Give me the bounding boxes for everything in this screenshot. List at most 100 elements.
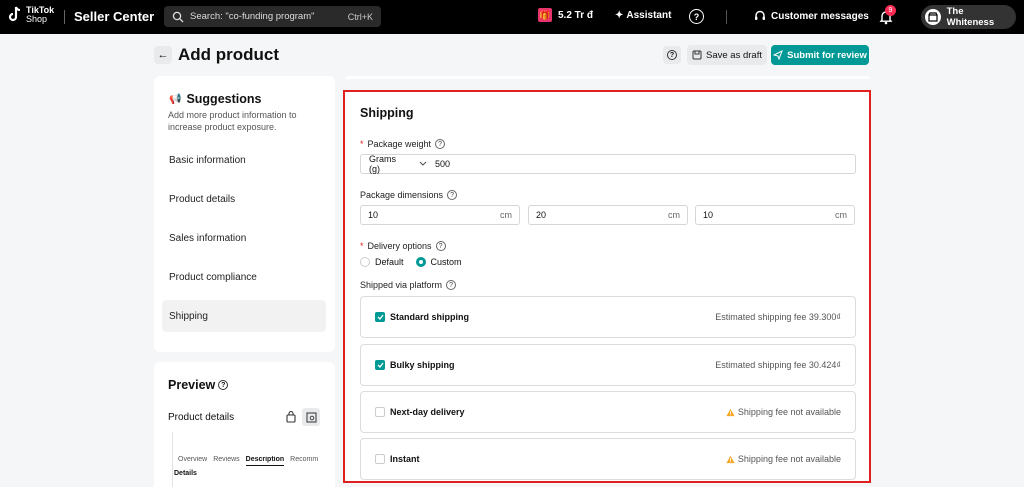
chevron-down-icon [419, 161, 427, 166]
search-placeholder: Search: "co-funding program" [190, 11, 315, 22]
shopping-bag-icon[interactable] [284, 410, 298, 424]
radio-label: Custom [430, 257, 462, 267]
nav-item-sales-information[interactable]: Sales information [162, 222, 326, 254]
submit-label: Submit for review [787, 49, 867, 61]
shipped-via-label: Shipped via platform ? [360, 280, 457, 290]
preview-product-details-label: Product details [168, 412, 235, 423]
logo-line-2: Shop [26, 14, 48, 24]
help-icon[interactable]: ? [689, 9, 704, 24]
delivery-options-label: * Delivery options ? [360, 241, 446, 251]
required-marker: * [360, 241, 364, 251]
search-icon [172, 11, 184, 22]
help-icon[interactable]: ? [435, 241, 446, 251]
dimension-width-input[interactable]: 20 cm [528, 205, 688, 225]
shipping-option-name: Standard shipping [390, 312, 470, 322]
nav-item-shipping[interactable]: Shipping [162, 300, 326, 332]
shipping-option-next-day[interactable]: Next-day delivery Shipping fee not avail… [360, 391, 856, 433]
weight-value-input[interactable]: 500 [435, 159, 450, 169]
nav-item-product-compliance[interactable]: Product compliance [162, 261, 326, 293]
delivery-option-custom[interactable]: Custom [415, 257, 462, 267]
nav-item-product-details[interactable]: Product details [162, 183, 326, 215]
dimension-unit: cm [835, 210, 847, 220]
dimension-value: 10 [368, 210, 379, 220]
suggestions-title: 📢 Suggestions [169, 92, 261, 106]
preview-tabs: Overview Reviews Description Recommen [178, 456, 318, 466]
shipping-option-instant[interactable]: Instant Shipping fee not available [360, 438, 856, 480]
reward-value: 5.2 Tr đ [558, 9, 594, 21]
dimension-unit: cm [500, 210, 512, 220]
dimension-value: 10 [703, 210, 714, 220]
warning-icon [726, 455, 735, 463]
save-draft-label: Save as draft [706, 49, 762, 61]
submit-review-button[interactable]: Submit for review [771, 45, 869, 65]
shipping-option-name: Bulky shipping [390, 360, 455, 370]
account-name: The Whiteness [946, 6, 995, 28]
app-name: Seller Center [74, 9, 155, 24]
sparkle-icon: ✦ [615, 10, 624, 21]
radio-selected [415, 257, 426, 267]
gift-icon: 🎁 [538, 8, 552, 22]
shipping-option-bulky[interactable]: Bulky shipping Estimated shipping fee 30… [360, 344, 856, 386]
help-icon[interactable]: ? [446, 280, 457, 290]
checkbox-unchecked[interactable] [375, 407, 385, 417]
page-title: Add product [178, 45, 280, 64]
suggestions-panel: 📢 Suggestions Add more product informati… [154, 76, 335, 352]
top-navigation-bar: TikTok Shop Seller Center Search: "co-fu… [0, 0, 1024, 34]
back-button[interactable]: ← [154, 46, 172, 64]
delivery-options-text: Delivery options [367, 241, 432, 251]
checkbox-checked[interactable] [375, 360, 385, 370]
package-weight-field: Grams (g) 500 [360, 154, 856, 174]
delivery-option-default[interactable]: Default [360, 257, 404, 267]
megaphone-icon: 📢 [169, 93, 182, 105]
warning-icon [726, 408, 735, 416]
search-shortcut: Ctrl+K [347, 11, 373, 22]
messages-label: Customer messages [771, 10, 869, 22]
shipping-title: Shipping [360, 106, 414, 120]
store-avatar-icon [925, 9, 941, 25]
previous-section-edge [346, 76, 869, 79]
check-icon [377, 314, 384, 320]
package-dimensions-label: Package dimensions ? [360, 190, 458, 200]
help-icon: ? [667, 50, 677, 60]
shipped-via-text: Shipped via platform [360, 280, 443, 290]
preview-mode-button[interactable] [302, 408, 320, 426]
assistant-label: Assistant [626, 10, 672, 21]
help-icon[interactable]: ? [435, 139, 446, 149]
delivery-options-group: Default Custom [360, 257, 462, 267]
radio-unselected [360, 257, 370, 267]
preview-tab-description[interactable]: Description [245, 456, 285, 466]
shipping-option-name: Next-day delivery [390, 407, 465, 417]
account-menu[interactable]: The Whiteness [921, 5, 1016, 29]
save-draft-button[interactable]: Save as draft [687, 45, 767, 65]
checkbox-unchecked[interactable] [375, 454, 385, 464]
customer-messages-button[interactable]: Customer messages [754, 10, 869, 22]
preview-tab-reviews[interactable]: Reviews [213, 456, 239, 466]
dimension-height-input[interactable]: 10 cm [695, 205, 855, 225]
page-help-button[interactable]: ? [663, 46, 681, 64]
preview-tab-recommend[interactable]: Recommen [290, 456, 318, 466]
preview-title-text: Preview [168, 378, 216, 392]
nav-item-basic-information[interactable]: Basic information [162, 144, 326, 176]
shipping-fee: Estimated shipping fee 39.300₫ [715, 312, 841, 322]
check-icon [377, 362, 384, 368]
checkbox-checked[interactable] [375, 312, 385, 322]
topbar-divider [726, 10, 727, 24]
help-icon[interactable]: ? [218, 380, 229, 390]
tiktok-shop-logo[interactable]: TikTok Shop [8, 6, 54, 24]
shipping-option-standard[interactable]: Standard shipping Estimated shipping fee… [360, 296, 856, 338]
shipping-fee-unavailable: Shipping fee not available [726, 454, 841, 464]
dimension-unit: cm [668, 210, 680, 220]
search-input[interactable]: Search: "co-funding program" Ctrl+K [164, 6, 381, 27]
package-dimensions-text: Package dimensions [360, 190, 444, 200]
help-icon[interactable]: ? [447, 190, 458, 200]
dimension-length-input[interactable]: 10 cm [360, 205, 520, 225]
suggestions-title-text: Suggestions [186, 92, 262, 106]
preview-tab-overview[interactable]: Overview [178, 456, 207, 466]
radio-label: Default [375, 257, 404, 267]
assistant-button[interactable]: ✦ Assistant [615, 10, 671, 21]
rewards-button[interactable]: 🎁 5.2 Tr đ [538, 8, 593, 22]
required-marker: * [360, 139, 364, 149]
package-weight-text: Package weight [367, 139, 432, 149]
shipping-fee-unavailable: Shipping fee not available [726, 407, 841, 417]
weight-unit-select[interactable]: Grams (g) [361, 154, 435, 174]
